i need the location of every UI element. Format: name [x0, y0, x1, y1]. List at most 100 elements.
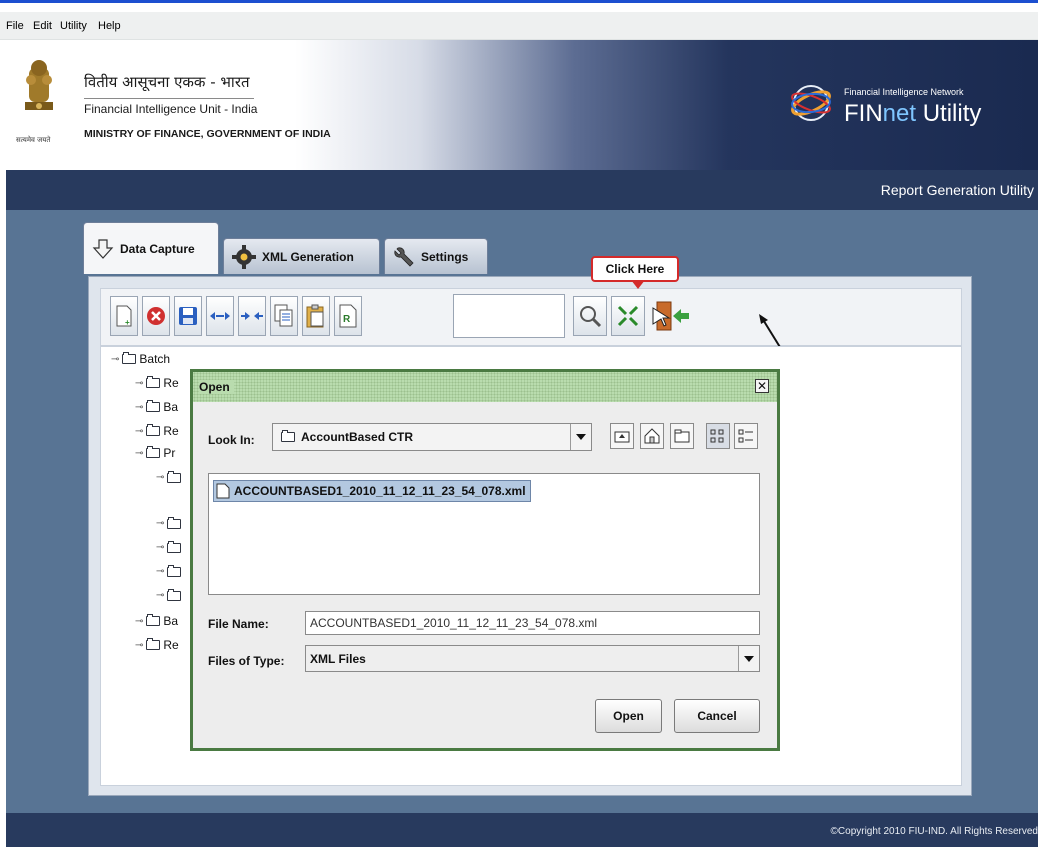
chevron-down-icon	[738, 646, 759, 671]
menu-utility[interactable]: Utility	[60, 20, 87, 32]
tab-settings[interactable]: Settings	[384, 238, 488, 274]
tree-toggle-icon: ⊸	[135, 447, 144, 459]
tree-node[interactable]: ⊸ Ba	[135, 400, 178, 414]
tree-node[interactable]: ⊸	[156, 540, 182, 553]
header-banner: सत्यमेव जयते वितीय आसूचना एकक - भारत Fin…	[6, 40, 1038, 170]
tree-toggle-icon: ⊸	[135, 425, 144, 437]
folder-icon	[146, 400, 161, 412]
tab-settings-label: Settings	[421, 249, 469, 264]
tab-data-capture[interactable]: Data Capture	[83, 222, 219, 274]
save-button[interactable]	[174, 296, 202, 336]
header-divider	[84, 98, 254, 99]
gear-icon	[232, 244, 256, 269]
tree-node-batch[interactable]: ⊸ Batch	[111, 352, 170, 366]
collapse-button[interactable]	[238, 296, 266, 336]
open-button[interactable]: Open	[595, 699, 662, 733]
folder-icon	[122, 352, 137, 364]
tab-xml-generation[interactable]: XML Generation	[223, 238, 380, 274]
tree-toggle-icon: ⊸	[135, 401, 144, 413]
tree-node-label: Ba	[163, 400, 179, 414]
copy-button[interactable]	[270, 296, 298, 336]
cancel-button[interactable]: Cancel	[674, 699, 760, 733]
dialog-title-bar[interactable]: Open ✕	[193, 372, 777, 402]
save-icon	[179, 307, 197, 325]
details-view-button[interactable]	[734, 423, 758, 449]
new-icon: +	[116, 305, 132, 327]
file-name-input[interactable]: ACCOUNTBASED1_2010_11_12_11_23_54_078.xm…	[305, 611, 760, 635]
look-in-select[interactable]: AccountBased CTR	[272, 423, 592, 451]
folder-icon	[146, 446, 161, 458]
tree-node[interactable]: ⊸	[156, 564, 182, 577]
report-button[interactable]: R	[334, 296, 362, 336]
tab-data-capture-label: Data Capture	[120, 241, 195, 256]
menu-edit[interactable]: Edit	[33, 20, 52, 32]
menu-help[interactable]: Help	[98, 20, 121, 32]
paste-icon	[306, 304, 324, 328]
tree-node[interactable]: ⊸	[156, 588, 182, 601]
tree-toggle-icon: ⊸	[111, 353, 120, 365]
list-view-button[interactable]	[706, 423, 730, 449]
exit-button[interactable]	[649, 296, 693, 336]
menu-file[interactable]: File	[6, 20, 24, 32]
file-list: ACCOUNTBASED1_2010_11_12_11_23_54_078.xm…	[208, 473, 760, 595]
tree-node[interactable]: ⊸ Pr	[135, 446, 175, 460]
tree-node[interactable]: ⊸	[156, 470, 182, 483]
dialog-title: Open	[199, 380, 234, 394]
product-name: FINnet Utility	[844, 100, 981, 128]
tree-node[interactable]: ⊸ Re	[135, 638, 179, 652]
tree-node[interactable]: ⊸ Re	[135, 424, 179, 438]
details-view-icon	[738, 429, 753, 443]
delete-icon	[147, 307, 165, 325]
folder-icon	[146, 424, 161, 436]
down-arrow-icon	[92, 238, 114, 259]
copyright-text: ©Copyright 2010 FIU-IND. All Rights Rese…	[830, 826, 1038, 837]
menu-bar: File Edit Utility Help	[0, 12, 1038, 40]
up-folder-icon	[614, 431, 630, 443]
tree-node[interactable]: ⊸ Ba	[135, 614, 178, 628]
tree-toggle-icon: ⊸	[156, 566, 165, 577]
report-icon: R	[339, 304, 357, 328]
delete-button[interactable]	[142, 296, 170, 336]
file-item[interactable]: ACCOUNTBASED1_2010_11_12_11_23_54_078.xm…	[213, 480, 531, 502]
tree-node-label: Ba	[163, 614, 179, 628]
expand-button[interactable]	[206, 296, 234, 336]
tree-node-label: Pr	[163, 446, 176, 460]
tree-toggle-icon: ⊸	[156, 542, 165, 553]
home-button[interactable]	[640, 423, 664, 449]
tree-toggle-icon: ⊸	[135, 639, 144, 651]
folder-icon	[167, 516, 182, 529]
validate-button[interactable]	[611, 296, 645, 336]
utility-title-bar: Report Generation Utility	[6, 170, 1038, 210]
tree-node-label: Re	[163, 638, 179, 652]
tree-toggle-icon: ⊸	[135, 615, 144, 627]
tree-node[interactable]: ⊸ Re	[135, 376, 179, 390]
up-one-level-button[interactable]	[610, 423, 634, 449]
folder-icon	[167, 470, 182, 483]
file-type-select[interactable]: XML Files	[305, 645, 760, 672]
home-icon	[644, 428, 660, 444]
search-input[interactable]	[453, 294, 565, 338]
unit-name: Financial Intelligence Unit - India	[84, 102, 258, 116]
file-type-value: XML Files	[310, 652, 366, 666]
close-icon: ✕	[756, 379, 768, 393]
tree-node-label: Re	[163, 376, 179, 390]
new-folder-button[interactable]	[670, 423, 694, 449]
paste-button[interactable]	[302, 296, 330, 336]
file-name-label: File Name:	[208, 617, 269, 631]
search-icon	[580, 306, 602, 328]
folder-icon	[146, 614, 161, 626]
tree-node-label: Batch	[139, 352, 171, 366]
tree-node[interactable]: ⊸	[156, 516, 182, 529]
finnet-globe-logo-icon	[791, 85, 831, 121]
file-item-name: ACCOUNTBASED1_2010_11_12_11_23_54_078.xm…	[234, 484, 526, 498]
emblem-caption: सत्यमेव जयते	[16, 136, 51, 144]
search-button[interactable]	[573, 296, 607, 336]
network-label: Financial Intelligence Network	[844, 87, 964, 97]
svg-text:+: +	[125, 318, 130, 327]
expand-icon	[210, 312, 230, 320]
new-button[interactable]: +	[110, 296, 138, 336]
tree-toggle-icon: ⊸	[156, 472, 165, 483]
folder-icon	[167, 588, 182, 601]
dialog-close-button[interactable]: ✕	[755, 379, 769, 393]
folder-icon	[281, 430, 295, 442]
